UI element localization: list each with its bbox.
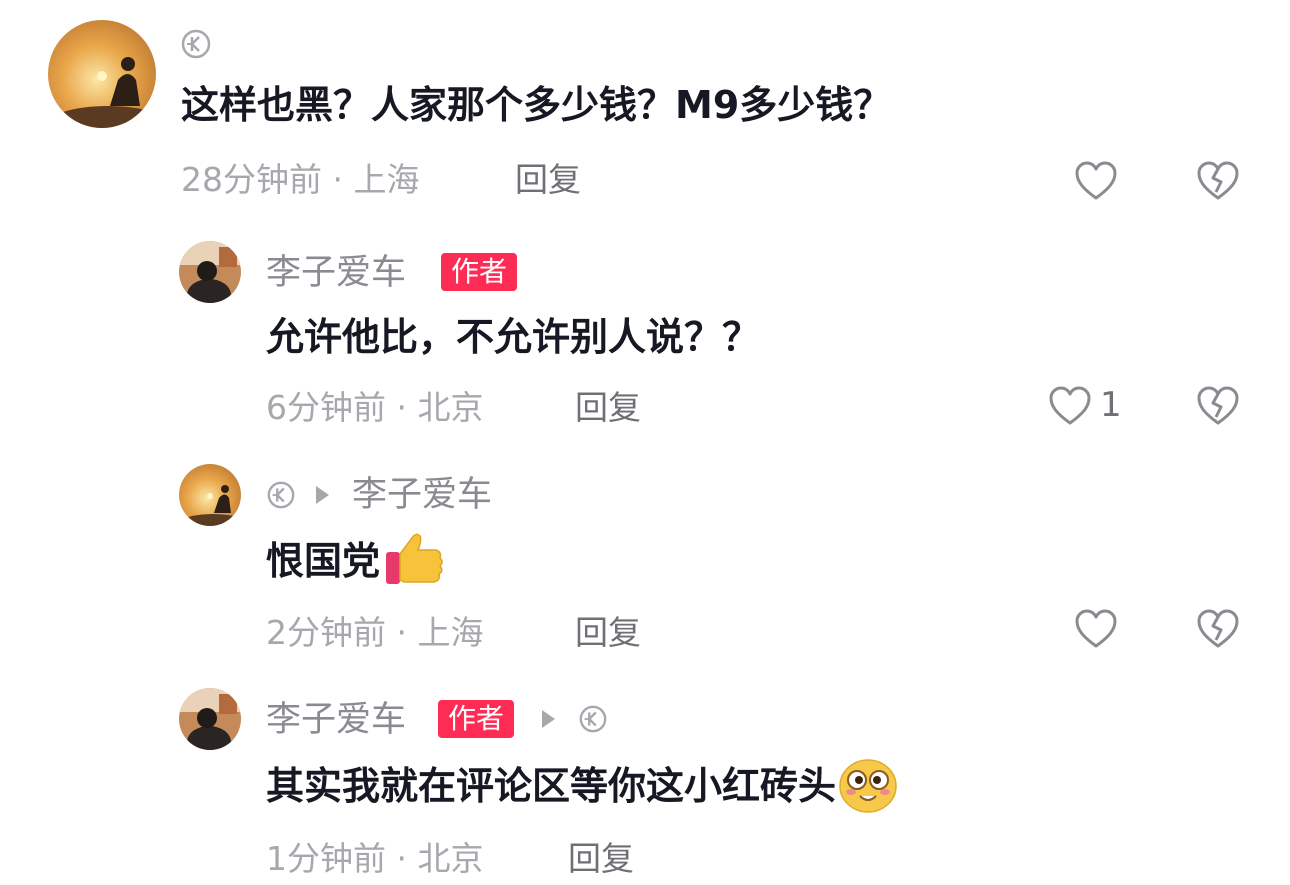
reply-button[interactable]: 回复 bbox=[515, 163, 581, 196]
like-heart-icon[interactable] bbox=[1074, 160, 1118, 206]
dislike-broken-heart-icon[interactable] bbox=[1196, 608, 1240, 654]
reply-to-name[interactable]: 李子爱车 bbox=[352, 478, 492, 513]
author-name[interactable]: 李子爱车 bbox=[266, 256, 406, 291]
comment-location: 北京 bbox=[417, 839, 484, 878]
badge-k-icon bbox=[266, 480, 296, 510]
author-name[interactable]: 李子爱车 bbox=[266, 703, 406, 738]
avatar[interactable] bbox=[48, 20, 156, 128]
avatar[interactable] bbox=[179, 688, 241, 750]
badge-k-icon bbox=[180, 28, 212, 60]
comment-text: 这样也黑？人家那个多少钱？M9多少钱？ bbox=[181, 83, 892, 127]
smile-emoji bbox=[838, 758, 898, 814]
comment-text: 其实我就在评论区等你这小红砖头 bbox=[266, 764, 837, 808]
meta-separator: · bbox=[386, 613, 418, 652]
like-heart-icon[interactable] bbox=[1048, 385, 1092, 431]
meta-separator: · bbox=[322, 160, 354, 199]
author-badge: 作者 bbox=[438, 700, 515, 738]
comment-meta: 6分钟前 · 北京 bbox=[266, 391, 483, 424]
comment-time: 28分钟前 bbox=[181, 160, 322, 199]
reply-arrow-icon bbox=[542, 710, 555, 728]
comment-text: 允许他比，不允许别人说？？ bbox=[266, 315, 761, 359]
comment-meta: 1分钟前 · 北京 bbox=[266, 842, 483, 875]
comment-location: 上海 bbox=[353, 160, 420, 199]
badge-k-icon bbox=[578, 704, 608, 734]
comment-time: 2分钟前 bbox=[266, 613, 386, 652]
comment-time: 1分钟前 bbox=[266, 839, 386, 878]
thumbs-up-emoji bbox=[382, 530, 446, 588]
author-badge: 作者 bbox=[441, 253, 518, 291]
comment-meta: 2分钟前 · 上海 bbox=[266, 616, 483, 649]
comment-location: 北京 bbox=[417, 388, 484, 427]
dislike-broken-heart-icon[interactable] bbox=[1196, 160, 1240, 206]
reply-button[interactable]: 回复 bbox=[575, 391, 641, 424]
like-heart-icon[interactable] bbox=[1074, 608, 1118, 654]
reply-button[interactable]: 回复 bbox=[568, 842, 634, 875]
reply-button[interactable]: 回复 bbox=[575, 616, 641, 649]
comment-location: 上海 bbox=[417, 613, 484, 652]
comment-time: 6分钟前 bbox=[266, 388, 386, 427]
avatar[interactable] bbox=[179, 464, 241, 526]
dislike-broken-heart-icon[interactable] bbox=[1196, 385, 1240, 431]
meta-separator: · bbox=[386, 839, 418, 878]
avatar[interactable] bbox=[179, 241, 241, 303]
like-count: 1 bbox=[1100, 385, 1122, 425]
meta-separator: · bbox=[386, 388, 418, 427]
comment-text: 恨国党 bbox=[266, 539, 381, 583]
reply-arrow-icon bbox=[316, 486, 329, 504]
comment-meta: 28分钟前 · 上海 bbox=[181, 163, 419, 196]
